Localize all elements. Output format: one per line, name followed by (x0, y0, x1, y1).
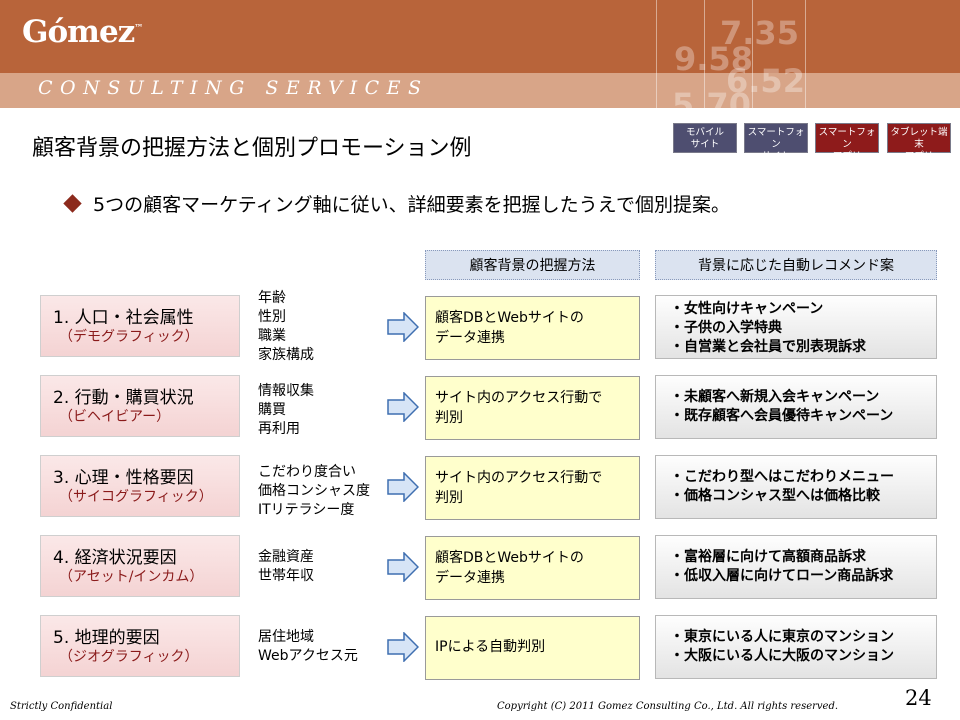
arrow-right-icon (387, 552, 419, 582)
decorative-numbers: 7.35 9.58 6.52 5.70 (656, 0, 806, 108)
copyright-notice: Copyright (C) 2011 Gomez Consulting Co.,… (497, 701, 839, 712)
badge-smartphone-app: スマートフォン アプリ (815, 123, 879, 162)
detail-list: 情報収集 購買 再利用 (258, 383, 314, 437)
detail-list: こだわり度合い 価格コンシャス度 ITリテラシー度 (258, 464, 370, 518)
axis-box: 4. 経済状況要因 （アセット/インカム） (40, 535, 240, 597)
page-number: 24 (905, 686, 932, 710)
method-box: サイト内のアクセス行動で 判別 (425, 456, 640, 520)
deco-number: 5.70 (672, 86, 751, 108)
slide-title: 顧客背景の把握方法と個別プロモーション例 (32, 136, 472, 161)
detail-list: 年齢 性別 職業 家族構成 (258, 290, 314, 363)
recommendation-box: ・女性向けキャンペーン ・子供の入学特典 ・自営業と会社員で別表現訴求 (655, 295, 937, 359)
method-box: IPによる自動判別 (425, 616, 640, 680)
recommendation-box: ・こだわり型へはこだわりメニュー ・価格コンシャス型へは価格比較 (655, 455, 937, 519)
axis-box: 2. 行動・購買状況 （ビヘイビアー） (40, 375, 240, 437)
tagline: CONSULTING SERVICES (38, 77, 429, 99)
axis-box: 3. 心理・性格要因 （サイコグラフィック） (40, 455, 240, 517)
confidential-note: Strictly Confidential (10, 701, 113, 712)
badge-mobile-site: モバイル サイト (673, 123, 737, 153)
company-logo: Gómez™ (22, 14, 144, 50)
badge-smartphone-site: スマートフォン サイト (744, 123, 808, 162)
arrow-right-icon (387, 472, 419, 502)
method-box: 顧客DBとWebサイトの データ連携 (425, 536, 640, 600)
header-band (0, 0, 960, 73)
arrow-right-icon (387, 632, 419, 662)
lead-statement: 5つの顧客マーケティング軸に従い、詳細要素を把握したうえで個別提案。 (63, 190, 730, 217)
method-box: サイト内のアクセス行動で 判別 (425, 376, 640, 440)
column-header-recommendation: 背景に応じた自動レコメンド案 (655, 250, 937, 280)
axis-box: 5. 地理的要因 （ジオグラフィック） (40, 615, 240, 677)
axis-box: 1. 人口・社会属性 （デモグラフィック） (40, 295, 240, 357)
diamond-bullet-icon (63, 194, 82, 213)
method-box: 顧客DBとWebサイトの データ連携 (425, 296, 640, 360)
detail-list: 居住地域 Webアクセス元 (258, 629, 358, 664)
recommendation-box: ・東京にいる人に東京のマンション ・大阪にいる人に大阪のマンション (655, 615, 937, 679)
recommendation-box: ・未顧客へ新規入会キャンペーン ・既存顧客へ会員優待キャンペーン (655, 375, 937, 439)
detail-list: 金融資産 世帯年収 (258, 549, 314, 584)
badge-tablet-app: タブレット端末 アプリ (887, 123, 951, 162)
arrow-right-icon (387, 312, 419, 342)
recommendation-box: ・富裕層に向けて高額商品訴求 ・低収入層に向けてローン商品訴求 (655, 535, 937, 599)
column-header-method: 顧客背景の把握方法 (425, 250, 640, 280)
arrow-right-icon (387, 392, 419, 422)
